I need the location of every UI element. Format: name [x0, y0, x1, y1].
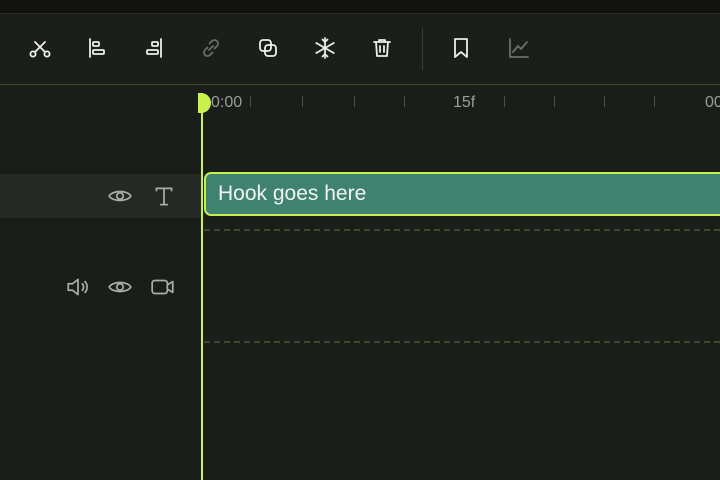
speaker-icon — [67, 278, 88, 296]
text-icon — [155, 187, 173, 206]
delete-button[interactable] — [368, 34, 396, 62]
align-right-icon — [146, 38, 162, 58]
playhead-line — [201, 93, 203, 480]
timeline-ruler[interactable]: 0:00 15f 00 — [202, 85, 720, 121]
video-track-drop-zone-bottom — [204, 341, 720, 343]
ruler-tick — [302, 96, 303, 107]
text-clip-label: Hook goes here — [218, 182, 367, 205]
eye-icon — [108, 281, 132, 293]
video-camera-icon — [151, 279, 174, 295]
align-left-button[interactable] — [83, 34, 111, 62]
text-track-visibility-toggle[interactable] — [106, 182, 134, 210]
video-track-visibility-toggle[interactable] — [106, 273, 134, 301]
duplicate-button[interactable] — [254, 34, 282, 62]
toolbar-divider — [422, 28, 423, 70]
timeline-toolbar — [0, 14, 720, 85]
trash-icon — [373, 39, 391, 57]
video-track-type — [149, 273, 177, 301]
bookmark-button[interactable] — [447, 34, 475, 62]
link-button[interactable] — [197, 34, 225, 62]
ruler-label-mid: 15f — [453, 94, 476, 111]
graph-button[interactable] — [505, 34, 533, 62]
duplicate-icon — [259, 39, 277, 57]
ruler-label-start: 0:00 — [211, 94, 243, 111]
text-clip[interactable]: Hook goes here — [204, 172, 720, 216]
freeze-button[interactable] — [311, 34, 339, 62]
split-button[interactable] — [26, 34, 54, 62]
text-track-type — [150, 182, 178, 210]
window-top-strip — [0, 0, 720, 14]
align-left-icon — [89, 38, 105, 58]
link-icon — [203, 39, 219, 57]
ruler-tick — [654, 96, 655, 107]
align-right-button[interactable] — [140, 34, 168, 62]
ruler-tick — [250, 96, 251, 107]
eye-icon — [108, 190, 132, 202]
ruler-tick — [354, 96, 355, 107]
snowflake-icon — [315, 37, 335, 59]
video-track-drop-zone-top — [204, 229, 720, 231]
scissors-icon — [29, 41, 51, 58]
graph-icon — [509, 38, 529, 58]
ruler-label-end: 00 — [705, 94, 720, 111]
ruler-tick — [404, 96, 405, 107]
ruler-tick — [604, 96, 605, 107]
ruler-tick — [554, 96, 555, 107]
ruler-tick — [504, 96, 505, 107]
video-track-audio-toggle[interactable] — [64, 273, 92, 301]
bookmark-icon — [454, 38, 468, 58]
